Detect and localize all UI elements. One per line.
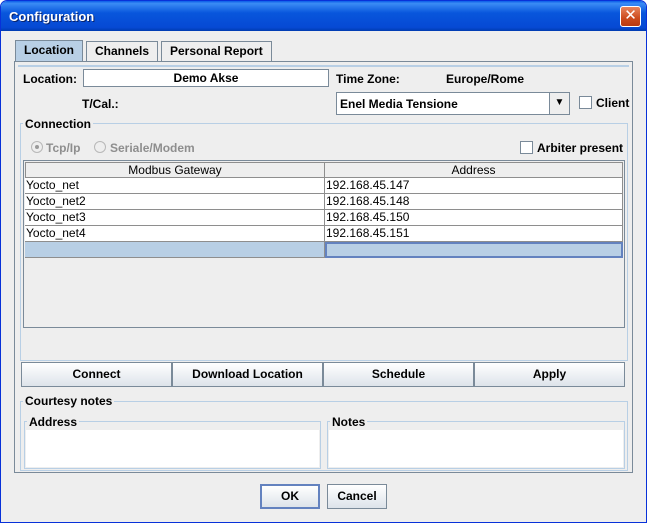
location-panel: Location: Demo Akse Time Zone: Europe/Ro… — [18, 65, 630, 471]
radio-tcp-label: Tcp/Ip — [46, 141, 81, 155]
table-row-selected[interactable] — [25, 242, 623, 258]
table-row[interactable]: Yocto_net3 192.168.45.150 — [25, 210, 623, 226]
client-label: Client — [596, 96, 630, 110]
address-cell[interactable] — [325, 242, 623, 258]
gateway-cell[interactable]: Yocto_net2 — [25, 194, 325, 210]
table-row[interactable]: Yocto_net2 192.168.45.148 — [25, 194, 623, 210]
gateway-cell[interactable] — [25, 242, 325, 258]
address-textarea[interactable] — [26, 430, 319, 467]
tcal-label: T/Cal.: — [82, 97, 119, 111]
radio-serial[interactable] — [94, 141, 106, 153]
window-title: Configuration — [9, 9, 95, 24]
apply-button[interactable]: Apply — [474, 362, 625, 387]
address-notes-label: Address — [27, 415, 80, 429]
address-cell[interactable]: 192.168.45.150 — [325, 210, 623, 226]
connect-button[interactable]: Connect — [21, 362, 172, 387]
chevron-down-icon[interactable]: ▼ — [549, 93, 569, 114]
table-row[interactable]: Yocto_net4 192.168.45.151 — [25, 226, 623, 242]
address-cell[interactable]: 192.168.45.151 — [325, 226, 623, 242]
location-label: Location: — [23, 72, 77, 86]
notes-textarea[interactable] — [329, 430, 623, 467]
gateway-cell[interactable]: Yocto_net3 — [25, 210, 325, 226]
tcal-dropdown[interactable]: Enel Media Tensione ▼ — [336, 92, 570, 115]
column-header-address[interactable]: Address — [324, 162, 623, 178]
location-input[interactable]: Demo Akse — [83, 69, 329, 87]
column-header-gateway[interactable]: Modbus Gateway — [25, 162, 325, 178]
notes-label: Notes — [330, 415, 368, 429]
tcal-selected-value: Enel Media Tensione — [340, 97, 458, 111]
close-icon: ✕ — [624, 7, 637, 24]
location-tab-panel: Location: Demo Akse Time Zone: Europe/Ro… — [14, 61, 633, 473]
download-location-button[interactable]: Download Location — [172, 362, 323, 387]
cancel-button[interactable]: Cancel — [327, 484, 387, 509]
tab-location[interactable]: Location — [15, 40, 83, 62]
table-header: Modbus Gateway Address — [25, 162, 623, 178]
close-button[interactable]: ✕ — [620, 6, 641, 27]
radio-tcp[interactable] — [31, 141, 43, 153]
connection-title: Connection — [23, 117, 93, 131]
radio-serial-label: Seriale/Modem — [110, 141, 195, 155]
arbiter-label: Arbiter present — [537, 141, 624, 155]
client-checkbox[interactable] — [579, 96, 592, 109]
timezone-value: Europe/Rome — [446, 72, 525, 86]
timezone-label: Time Zone: — [336, 72, 400, 86]
address-cell[interactable]: 192.168.45.147 — [325, 178, 623, 194]
address-cell[interactable]: 192.168.45.148 — [325, 194, 623, 210]
tab-personal-report[interactable]: Personal Report — [161, 41, 272, 61]
gateway-table: Modbus Gateway Address Yocto_net 192.168… — [23, 160, 625, 328]
schedule-button[interactable]: Schedule — [323, 362, 474, 387]
gateway-cell[interactable]: Yocto_net — [25, 178, 325, 194]
arbiter-checkbox[interactable] — [520, 141, 533, 154]
ok-button[interactable]: OK — [260, 484, 320, 509]
gateway-cell[interactable]: Yocto_net4 — [25, 226, 325, 242]
configuration-window: Configuration ✕ Location Channels Person… — [0, 0, 647, 523]
title-bar[interactable]: Configuration ✕ — [1, 1, 646, 31]
dialog-body: Location Channels Personal Report Locati… — [1, 31, 646, 522]
courtesy-notes-title: Courtesy notes — [23, 394, 115, 408]
table-row[interactable]: Yocto_net 192.168.45.147 — [25, 178, 623, 194]
tab-channels[interactable]: Channels — [86, 41, 159, 61]
